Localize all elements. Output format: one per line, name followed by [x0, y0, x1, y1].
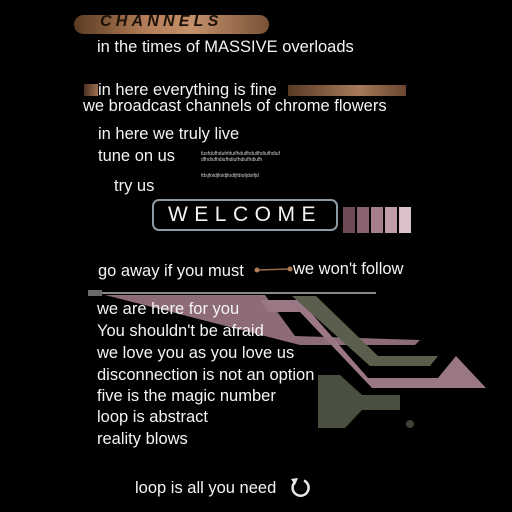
go-away-text: go away if you must: [98, 262, 244, 280]
channels-title: CHANNELS: [100, 13, 223, 30]
message-line-6: loop is abstract: [97, 408, 208, 426]
connector-line: [256, 268, 291, 271]
footer-text: loop is all you need: [135, 479, 277, 497]
loop-arrow-icon[interactable]: [289, 476, 313, 500]
message-line-7: reality blows: [97, 430, 188, 448]
olive-band: [292, 296, 438, 366]
divider-notch: [88, 290, 102, 296]
swatch-4: [385, 207, 397, 233]
divider-line: [90, 292, 376, 294]
intro-line-6: try us: [114, 177, 155, 195]
swatch-2: [357, 207, 369, 233]
bronze-bar-left: [84, 84, 98, 96]
message-line-1: we are here for you: [97, 300, 240, 318]
gibberish-text-3: fdsjfoidjfoidjfodijfdiofjdoifjd: [201, 173, 259, 179]
intro-line-4: in here we truly live: [98, 125, 240, 143]
bronze-bar-right: [288, 85, 406, 96]
wont-follow-text: we won't follow: [293, 260, 404, 278]
swatch-5: [399, 207, 411, 233]
olive-dot: [406, 420, 414, 428]
intro-line-5: tune on us: [98, 147, 176, 165]
welcome-button[interactable]: WELCOME: [152, 199, 338, 231]
swatch-1: [343, 207, 355, 233]
decorative-graphics: [88, 266, 486, 428]
message-line-3: we love you as you love us: [97, 344, 295, 362]
olive-connector: [318, 375, 400, 428]
intro-line-3: we broadcast channels of chrome flowers: [83, 97, 387, 115]
connector-dot-left: [254, 267, 260, 273]
message-line-2: You shouldn't be afraid: [97, 322, 264, 340]
message-line-4: disconnection is not an option: [97, 366, 315, 384]
intro-line-1: in the times of MASSIVE overloads: [97, 38, 354, 56]
message-line-5: five is the magic number: [97, 387, 276, 405]
swatch-3: [371, 207, 383, 233]
gibberish-text-2: dfhdiufhdiufhdiufhdiufhdiufh: [201, 157, 263, 163]
connector-dot-right: [287, 266, 293, 272]
